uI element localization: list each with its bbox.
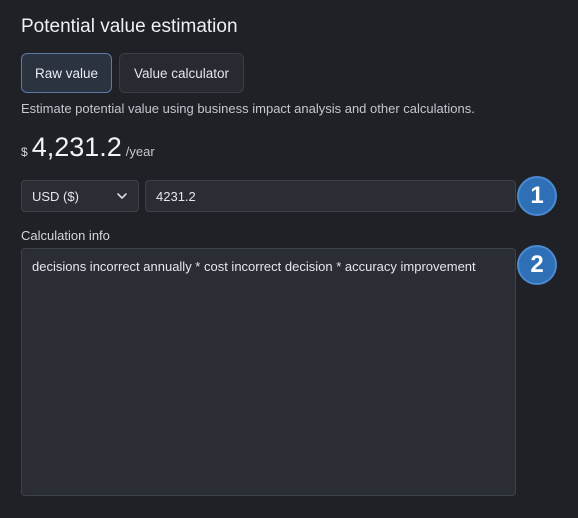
amount-input[interactable] xyxy=(145,180,516,212)
currency-symbol: $ xyxy=(21,145,28,159)
potential-value-panel: Potential value estimation Raw value Val… xyxy=(0,0,578,518)
callout-badge-2: 2 xyxy=(517,245,557,285)
tab-value-calculator[interactable]: Value calculator xyxy=(119,53,244,93)
calculation-info-label: Calculation info xyxy=(21,228,110,243)
currency-select-value: USD ($) xyxy=(32,188,79,204)
value-period: /year xyxy=(125,144,155,159)
value-summary: $ 4,231.2 /year xyxy=(21,132,155,166)
description-text: Estimate potential value using business … xyxy=(21,101,475,116)
currency-select[interactable]: USD ($) xyxy=(21,180,139,212)
tab-raw-value[interactable]: Raw value xyxy=(21,53,112,93)
panel-title: Potential value estimation xyxy=(21,16,238,37)
chevron-down-icon xyxy=(117,193,127,199)
callout-badge-1: 1 xyxy=(517,176,557,216)
calculation-info-textarea[interactable]: decisions incorrect annually * cost inco… xyxy=(21,248,516,496)
estimated-value: 4,231.2 xyxy=(31,132,122,162)
